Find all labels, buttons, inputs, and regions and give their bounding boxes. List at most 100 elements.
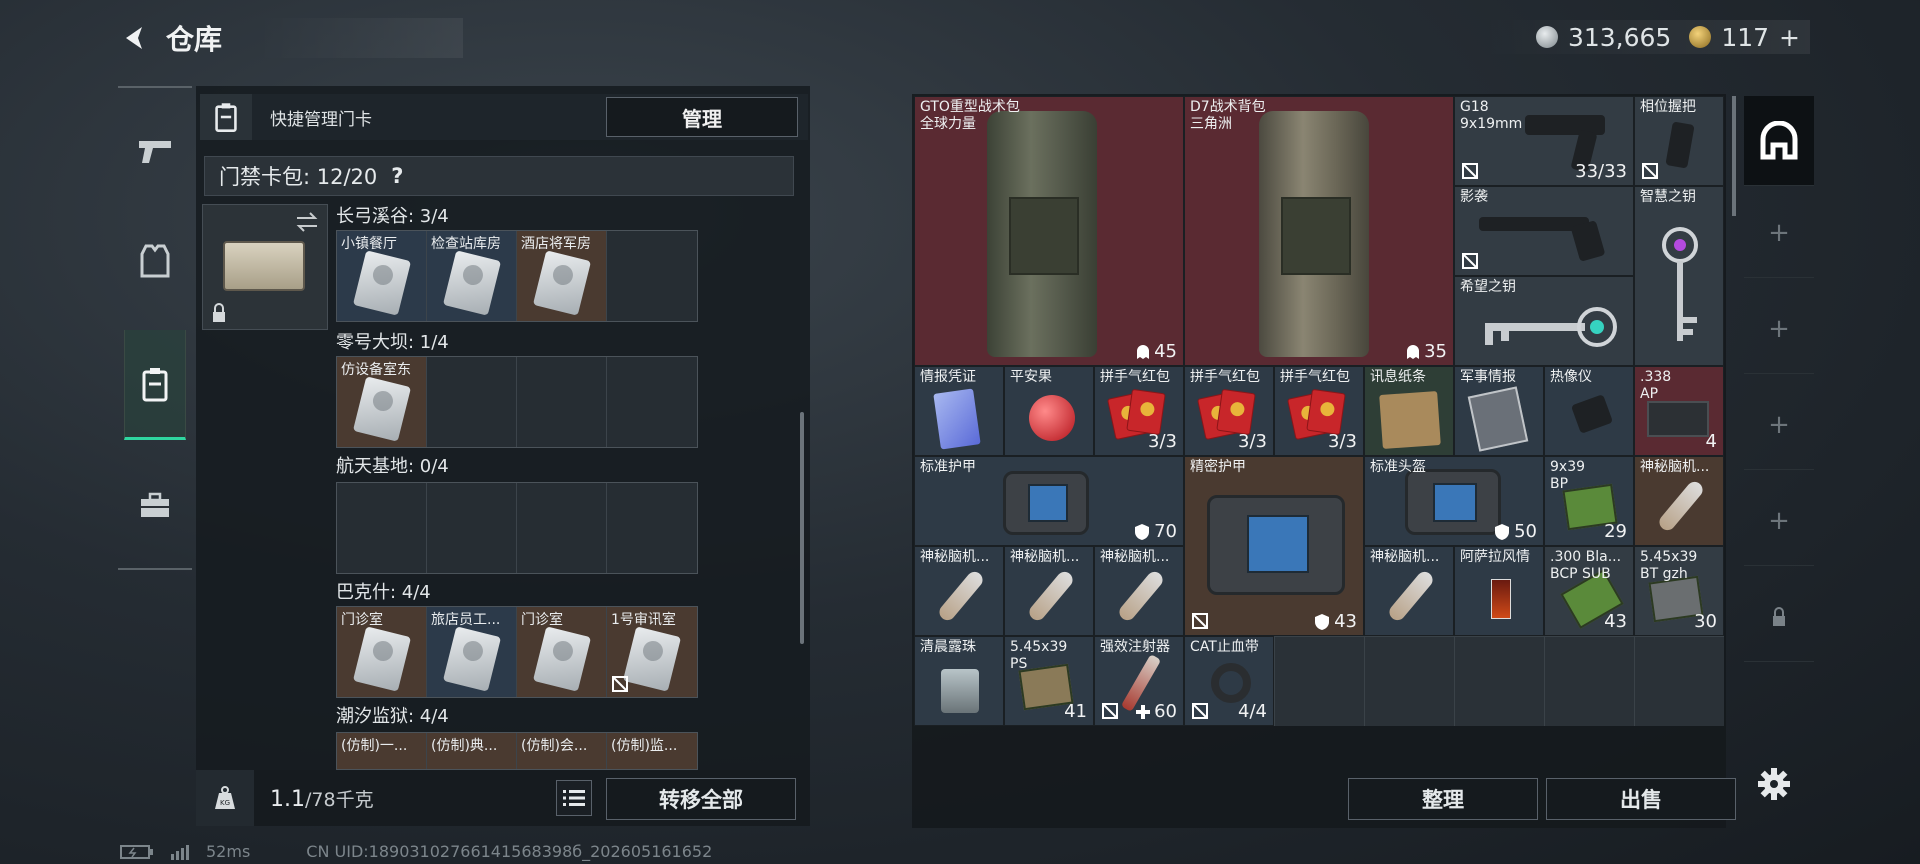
rail-armor[interactable] bbox=[124, 206, 186, 316]
item-mystery-chip[interactable]: 神秘脑机... bbox=[914, 546, 1004, 636]
item-545-bt-ammo[interactable]: 5.45x39 BT gzh 30 bbox=[1634, 546, 1724, 636]
keycard-icon bbox=[532, 250, 592, 316]
item-apple[interactable]: 平安果 bbox=[1004, 366, 1094, 456]
keycard-slot[interactable]: 门诊室 bbox=[517, 607, 607, 697]
keycard-icon bbox=[352, 376, 412, 442]
keycard-slot[interactable]: 旅店员工... bbox=[427, 607, 517, 697]
empty-keycard-slot[interactable] bbox=[607, 231, 697, 321]
help-button[interactable]: ? bbox=[391, 164, 403, 188]
card-pack-count: 门禁卡包: 12/20 bbox=[219, 165, 378, 189]
gold-amount: 117 bbox=[1721, 22, 1770, 52]
region-label: 潮汐监狱: 4/4 bbox=[336, 706, 449, 727]
manage-button[interactable]: 管理 bbox=[606, 97, 798, 137]
keycard-slot[interactable]: 酒店将军房 bbox=[517, 231, 607, 321]
sell-button[interactable]: 出售 bbox=[1546, 778, 1736, 820]
item-mystery-chip[interactable]: 神秘脑机... bbox=[1004, 546, 1094, 636]
category-rail bbox=[118, 86, 192, 570]
item-gto-backpack[interactable]: GTO重型战术包 全球力量 45 bbox=[914, 96, 1184, 366]
settings-button[interactable] bbox=[1752, 762, 1796, 806]
item-9x39-bp-ammo[interactable]: 9x39 BP 29 bbox=[1544, 456, 1634, 546]
item-red-envelope[interactable]: 拼手气红包 3/3 bbox=[1184, 366, 1274, 456]
item-wisdom-key[interactable]: 智慧之钥 bbox=[1634, 186, 1724, 366]
item-cat-tourniquet[interactable]: CAT止血带 4/4 bbox=[1184, 636, 1274, 726]
item-morning-dew[interactable]: 清晨露珠 bbox=[914, 636, 1004, 726]
keycard-slot[interactable]: (仿制)会... bbox=[517, 733, 607, 769]
locked-storage-tab[interactable] bbox=[1744, 572, 1814, 662]
backpack-icon bbox=[1259, 111, 1369, 357]
gold-add-button[interactable]: + bbox=[1779, 23, 1800, 52]
storage-home-icon bbox=[1760, 120, 1798, 159]
empty-keycard-slot[interactable] bbox=[517, 357, 607, 447]
keycard-slot[interactable]: 门诊室 bbox=[337, 607, 427, 697]
empty-keycard-slot[interactable] bbox=[607, 483, 697, 573]
empty-keycard-slot[interactable] bbox=[427, 357, 517, 447]
card-pack-preview[interactable] bbox=[202, 204, 328, 330]
rail-toolbox[interactable] bbox=[124, 450, 186, 560]
keycard-slot[interactable]: (仿制)典... bbox=[427, 733, 517, 769]
armor-vest-icon bbox=[140, 244, 170, 278]
svg-text:KG: KG bbox=[220, 799, 230, 807]
add-storage-tab-2[interactable]: + bbox=[1744, 284, 1814, 374]
storage-scrollbar[interactable] bbox=[1732, 96, 1736, 216]
lock-icon bbox=[213, 303, 225, 322]
region-label: 巴克什: 4/4 bbox=[336, 582, 431, 603]
keycard-panel-scrollbar[interactable] bbox=[800, 412, 804, 644]
item-standard-armor[interactable]: 标准护甲 70 bbox=[914, 456, 1184, 546]
keycard-icon bbox=[532, 626, 592, 692]
keycard-slot[interactable]: 检查站库房 bbox=[427, 231, 517, 321]
item-strong-injector[interactable]: 强效注射器 60 bbox=[1094, 636, 1184, 726]
item-asala-cocktail[interactable]: 阿萨拉风情 bbox=[1454, 546, 1544, 636]
list-view-button[interactable] bbox=[556, 780, 592, 816]
ghost-icon bbox=[1137, 344, 1150, 359]
toolbox-icon bbox=[141, 492, 169, 517]
back-button[interactable] bbox=[118, 21, 152, 55]
item-precision-armor[interactable]: 精密护甲 43 bbox=[1184, 456, 1364, 636]
item-intel-voucher[interactable]: 情报凭证 bbox=[914, 366, 1004, 456]
item-standard-helmet[interactable]: 标准头盔 50 bbox=[1364, 456, 1544, 546]
item-red-envelope[interactable]: 拼手气红包 3/3 bbox=[1274, 366, 1364, 456]
sort-button[interactable]: 整理 bbox=[1348, 778, 1538, 820]
item-300-blk-ammo[interactable]: .300 Bla... BCP SUB 43 bbox=[1544, 546, 1634, 636]
item-mystery-chip[interactable]: 神秘脑机... bbox=[1094, 546, 1184, 636]
keycard-slot[interactable]: (仿制)监... bbox=[607, 733, 697, 769]
item-mystery-chip[interactable]: 神秘脑机... bbox=[1364, 546, 1454, 636]
empty-keycard-slot[interactable] bbox=[427, 483, 517, 573]
item-g18-pistol[interactable]: G18 9x19mm 33/33 bbox=[1454, 96, 1634, 186]
gold-coin-icon bbox=[1689, 26, 1712, 48]
empty-keycard-slot[interactable] bbox=[337, 483, 427, 573]
item-phase-grip[interactable]: 相位握把 bbox=[1634, 96, 1724, 186]
item-note-paper[interactable]: 讯息纸条 bbox=[1364, 366, 1454, 456]
empty-keycard-slot[interactable] bbox=[517, 483, 607, 573]
item-338-ap-ammo[interactable]: .338 AP 4 bbox=[1634, 366, 1724, 456]
shield-icon bbox=[1135, 523, 1150, 540]
rail-keycard[interactable] bbox=[124, 330, 186, 440]
add-storage-tab-1[interactable]: + bbox=[1744, 188, 1814, 278]
keycard-slot[interactable]: (仿制)一... bbox=[337, 733, 427, 769]
list-icon bbox=[563, 790, 585, 806]
item-hope-key[interactable]: 希望之钥 bbox=[1454, 276, 1634, 366]
item-military-intel[interactable]: 军事情报 bbox=[1454, 366, 1544, 456]
keycard-icon bbox=[442, 250, 502, 316]
region-label: 航天基地: 0/4 bbox=[336, 456, 449, 477]
item-thermal-imager[interactable]: 热像仪 bbox=[1544, 366, 1634, 456]
region-slots: (仿制)一... (仿制)典... (仿制)会... (仿制)监... bbox=[336, 732, 698, 770]
transfer-all-button[interactable]: 转移全部 bbox=[606, 778, 796, 820]
item-545-ps-ammo[interactable]: 5.45x39 PS 41 bbox=[1004, 636, 1094, 726]
keycard-slot[interactable]: 小镇餐厅 bbox=[337, 231, 427, 321]
storage-tab-main[interactable] bbox=[1744, 96, 1814, 186]
keycard-slot[interactable]: 1号审讯室 bbox=[607, 607, 697, 697]
keycard-bag-icon bbox=[200, 94, 252, 140]
item-red-envelope[interactable]: 拼手气红包 3/3 bbox=[1094, 366, 1184, 456]
keycard-icon bbox=[352, 626, 412, 692]
item-mystery-chip[interactable]: 神秘脑机... bbox=[1634, 456, 1724, 546]
empty-keycard-slot[interactable] bbox=[607, 357, 697, 447]
item-d7-backpack[interactable]: D7战术背包 三角洲 35 bbox=[1184, 96, 1454, 366]
title-bar: 仓库 bbox=[118, 18, 463, 58]
item-shadow-stock[interactable]: 影袭 bbox=[1454, 186, 1634, 276]
add-storage-tab-4[interactable]: + bbox=[1744, 476, 1814, 566]
keycard-slot[interactable]: 仿设备室东 bbox=[337, 357, 427, 447]
gear-icon bbox=[1758, 768, 1790, 800]
access-card-pack-bar: 门禁卡包: 12/20 ? bbox=[204, 156, 794, 196]
add-storage-tab-3[interactable]: + bbox=[1744, 380, 1814, 470]
rail-weapon[interactable] bbox=[124, 96, 186, 206]
